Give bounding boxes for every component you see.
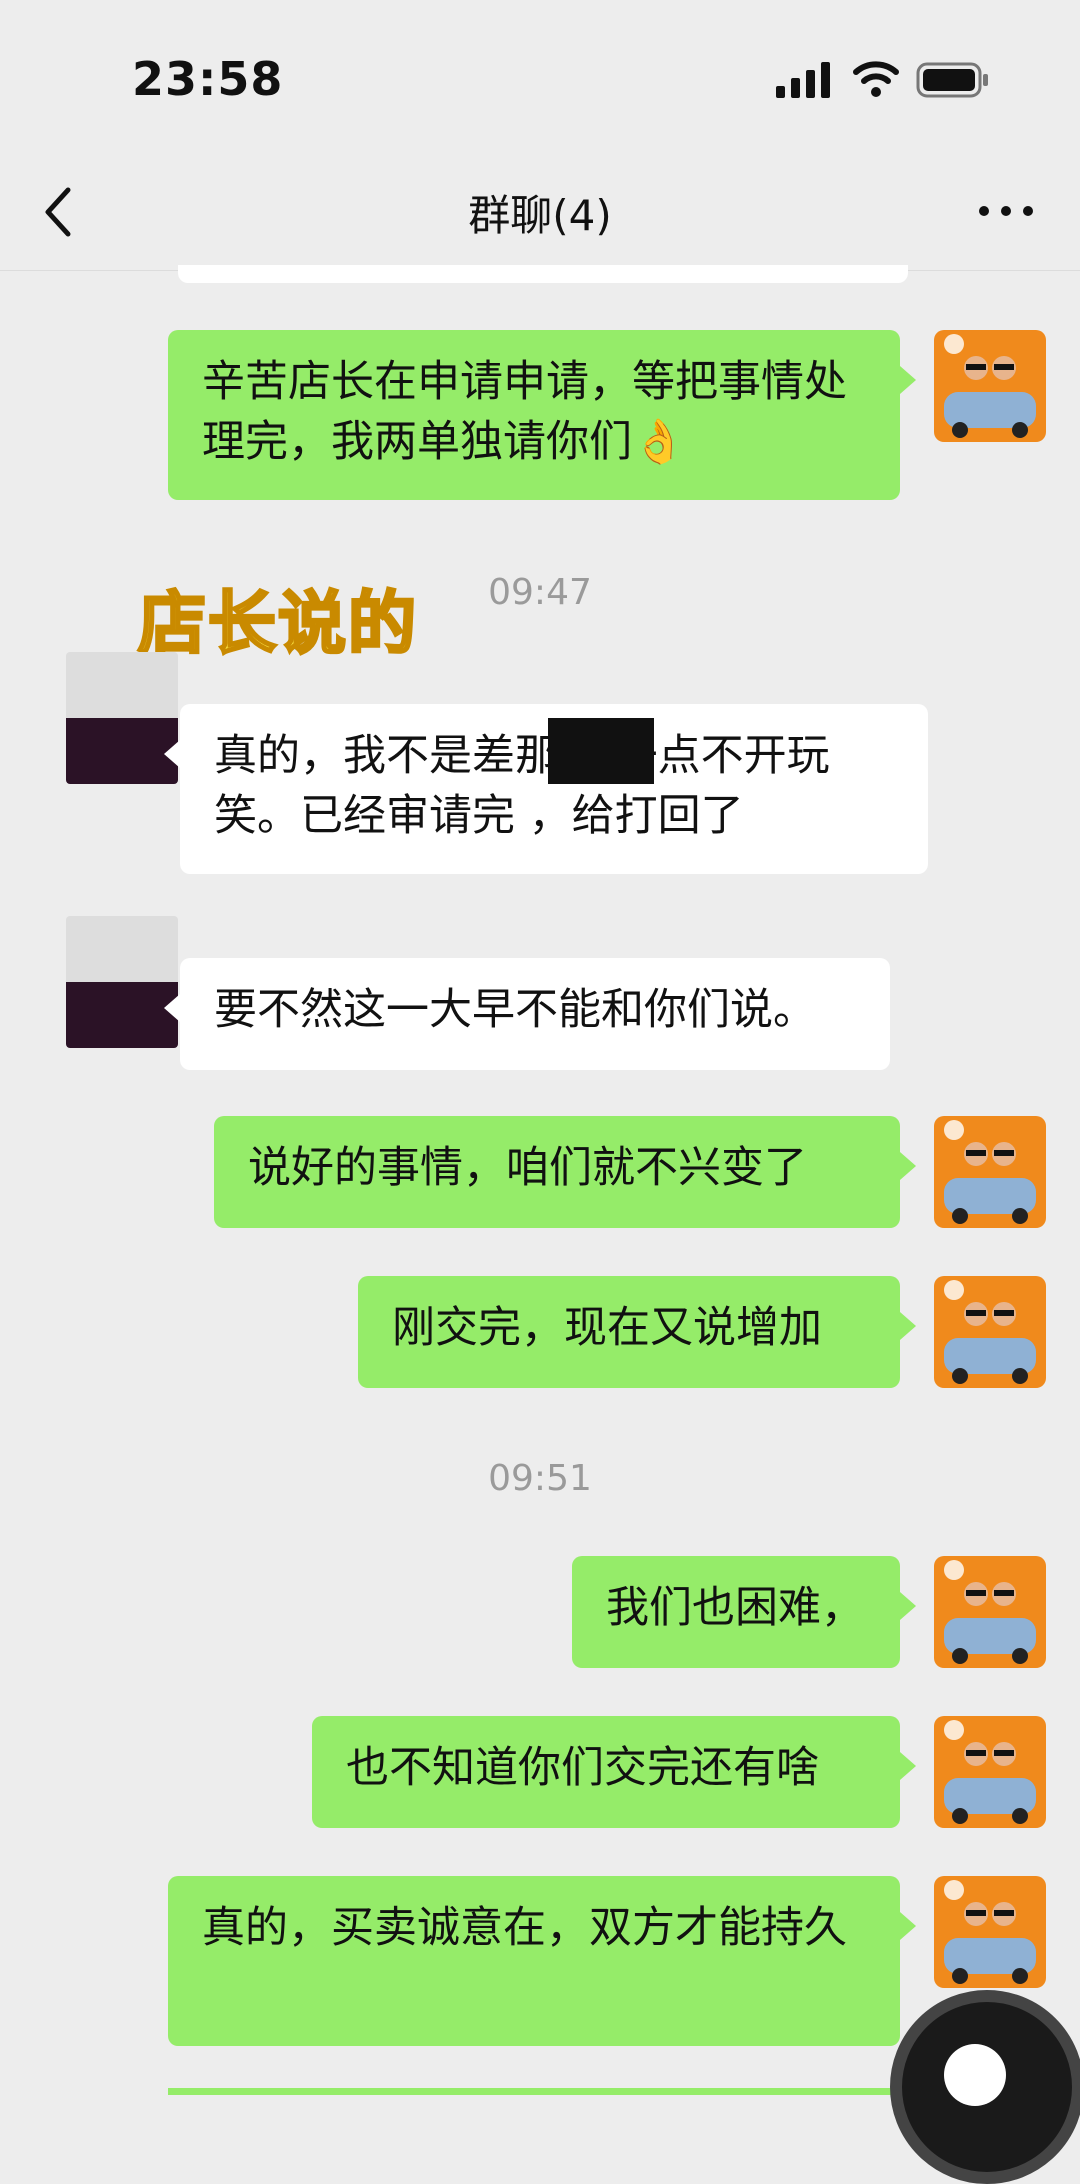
message-text: 说好的事情，咱们就不兴变了	[248, 1143, 807, 1193]
status-bar: 23:58	[0, 0, 1080, 160]
avatar-image	[934, 330, 1046, 442]
my-avatar[interactable]	[934, 1876, 1046, 1988]
avatar-image	[934, 1556, 1046, 1668]
message-text: 也不知道你们交完还有啥	[346, 1743, 819, 1793]
contact-avatar[interactable]	[66, 652, 178, 784]
message-bubble-received[interactable]: 要不然这一大早不能和你们说。	[164, 958, 890, 1070]
message-text: 辛苦店长在申请申请，等把事情处理完，我两单独请你们👌	[202, 357, 847, 467]
chat-title: 群聊(4)	[468, 191, 612, 240]
avatar-image	[934, 1276, 1046, 1388]
contact-avatar[interactable]	[66, 916, 178, 1048]
previous-message-bubble	[178, 265, 908, 283]
my-avatar[interactable]	[934, 330, 1046, 442]
message-text: 我们也困难，	[606, 1583, 864, 1633]
message-bubble-sent[interactable]: 我们也困难，	[572, 1556, 916, 1668]
avatar-image	[934, 1716, 1046, 1828]
my-avatar[interactable]	[934, 1276, 1046, 1388]
message-bubble-sent[interactable]: 辛苦店长在申请申请，等把事情处理完，我两单独请你们👌	[168, 330, 916, 500]
battery-icon	[916, 62, 988, 98]
redaction-block	[548, 718, 654, 784]
my-avatar[interactable]	[934, 1116, 1046, 1228]
timestamp: 09:51	[488, 1458, 592, 1499]
wifi-icon	[853, 61, 899, 97]
floating-assistive-button[interactable]	[890, 1990, 1080, 2184]
message-bubble-sent[interactable]: 也不知道你们交完还有啥	[312, 1716, 916, 1828]
my-avatar[interactable]	[934, 1556, 1046, 1668]
avatar-image	[934, 1876, 1046, 1988]
message-bubble-sent[interactable]: 说好的事情，咱们就不兴变了	[214, 1116, 916, 1228]
message-text: 要不然这一大早不能和你们说。	[214, 985, 816, 1035]
status-time: 23:58	[132, 52, 284, 106]
more-options-icon[interactable]	[976, 196, 1036, 226]
message-bubble-sent[interactable]: 刚交完，现在又说增加	[358, 1276, 916, 1388]
message-text: 真的，买卖诚意在，双方才能持久	[202, 1903, 847, 1953]
my-avatar[interactable]	[934, 1716, 1046, 1828]
chat-header: 群聊(4)	[0, 160, 1080, 271]
next-message-bubble	[168, 2088, 900, 2095]
message-text: 刚交完，现在又说增加	[392, 1303, 822, 1353]
message-bubble-sent[interactable]: 真的，买卖诚意在，双方才能持久	[168, 1876, 916, 2046]
avatar-image	[934, 1116, 1046, 1228]
message-text: 真的，我不是差那 ，一点不开玩笑。已经审请完 ，给打回了	[214, 731, 830, 841]
floating-button-center	[944, 2044, 1006, 2106]
cellular-signal-icon	[776, 62, 830, 98]
overlay-sticker-text: 店长说的	[136, 584, 419, 666]
